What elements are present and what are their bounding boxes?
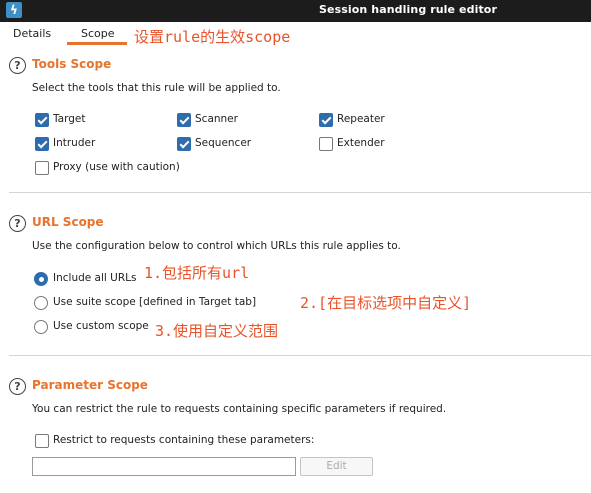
radio-include-all-urls[interactable]: [34, 272, 48, 286]
checkbox-sequencer-label: Sequencer: [195, 137, 252, 149]
annotation-include-all: 1.包括所有url: [144, 264, 250, 282]
radio-include-all-urls-label: Include all URLs: [53, 272, 137, 284]
annotation-custom-scope: 3.使用自定义范围: [155, 322, 279, 340]
section-divider: [9, 192, 591, 193]
help-icon[interactable]: ?: [9, 378, 26, 395]
checkbox-scanner[interactable]: [177, 113, 191, 127]
burp-icon: ϟ: [6, 2, 22, 18]
radio-suite-scope-label: Use suite scope [defined in Target tab]: [53, 296, 257, 308]
checkbox-repeater[interactable]: [319, 113, 333, 127]
window-title: Session handling rule editor: [319, 3, 497, 16]
checkbox-scanner-label: Scanner: [195, 113, 238, 125]
checkbox-extender[interactable]: [319, 137, 333, 151]
tools-scope-description: Select the tools that this rule will be …: [32, 82, 281, 94]
tab-scope[interactable]: Scope: [81, 27, 115, 40]
tab-bar: Details Scope: [0, 22, 591, 44]
checkbox-proxy[interactable]: [35, 161, 49, 175]
help-icon[interactable]: ?: [9, 215, 26, 232]
radio-custom-scope-label: Use custom scope: [53, 320, 149, 332]
checkbox-intruder-label: Intruder: [53, 137, 96, 149]
checkbox-sequencer[interactable]: [177, 137, 191, 151]
tab-details[interactable]: Details: [13, 27, 51, 40]
checkbox-restrict-params[interactable]: [35, 434, 49, 448]
url-scope-title: URL Scope: [32, 215, 104, 229]
radio-custom-scope[interactable]: [34, 320, 48, 334]
checkbox-restrict-params-label: Restrict to requests containing these pa…: [53, 434, 315, 446]
checkbox-target-label: Target: [53, 113, 86, 125]
checkbox-proxy-label: Proxy (use with caution): [53, 161, 180, 173]
radio-suite-scope[interactable]: [34, 296, 48, 310]
checkbox-repeater-label: Repeater: [337, 113, 385, 125]
url-scope-description: Use the configuration below to control w…: [32, 240, 401, 252]
checkbox-target[interactable]: [35, 113, 49, 127]
title-bar: ϟ Session handling rule editor: [0, 0, 591, 22]
help-icon[interactable]: ?: [9, 57, 26, 74]
checkbox-extender-label: Extender: [337, 137, 385, 149]
annotation-scope-note: 设置rule的生效scope: [134, 28, 291, 46]
tools-scope-title: Tools Scope: [32, 57, 112, 71]
checkbox-intruder[interactable]: [35, 137, 49, 151]
edit-button[interactable]: Edit: [300, 457, 373, 476]
annotation-suite-scope: 2.[在目标选项中自定义]: [300, 294, 472, 312]
active-tab-indicator: [67, 42, 127, 45]
parameter-scope-title: Parameter Scope: [32, 378, 148, 392]
parameter-scope-description: You can restrict the rule to requests co…: [32, 403, 447, 415]
section-divider: [9, 355, 591, 356]
parameters-field[interactable]: [32, 457, 296, 476]
